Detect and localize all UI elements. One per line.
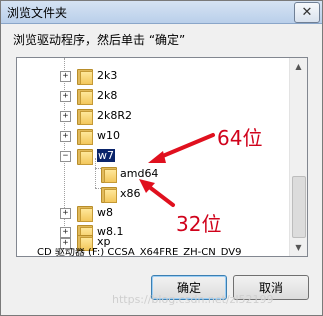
watermark: https://blog.csdn.net/zl52199 — [112, 293, 274, 306]
arrow-64-icon — [148, 133, 215, 163]
arrow-32-icon — [139, 179, 175, 207]
annotation-arrows — [139, 133, 215, 207]
